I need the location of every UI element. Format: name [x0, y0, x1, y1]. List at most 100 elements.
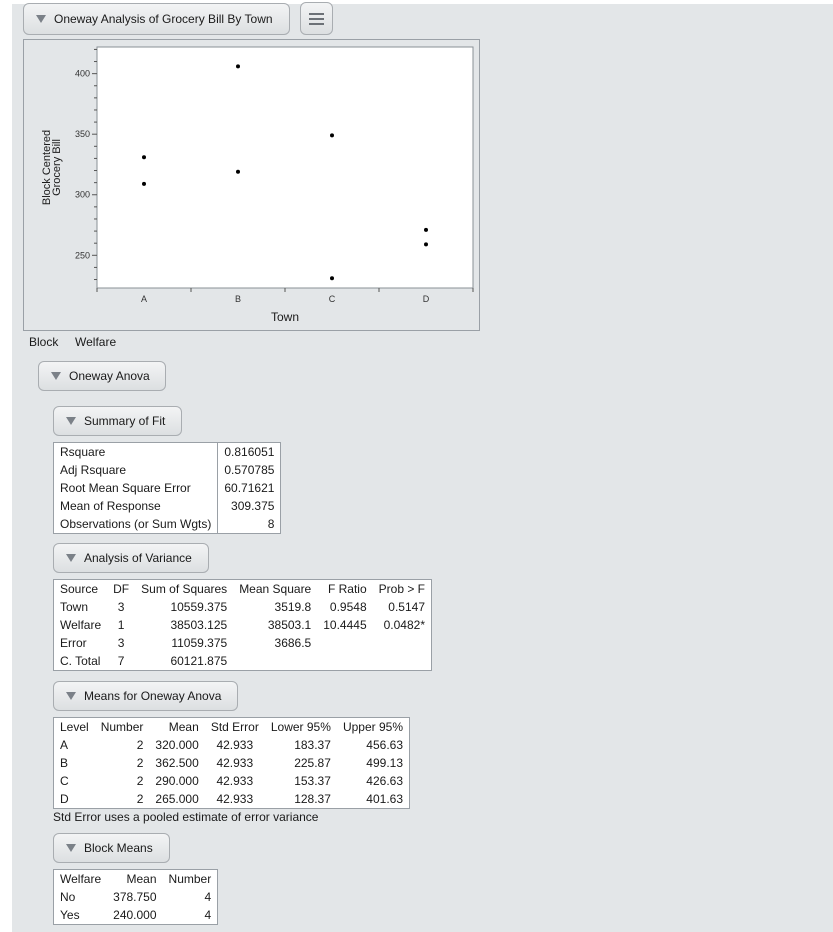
level-cell: D	[60, 792, 69, 806]
lower-95-cell: 225.87	[294, 756, 331, 770]
data-point	[424, 227, 428, 232]
source-cell: C. Total	[60, 654, 101, 668]
means-outline[interactable]: Means for Oneway Anova	[53, 681, 238, 711]
column-header: Upper 95%	[342, 720, 403, 734]
number-cell: 2	[136, 774, 144, 788]
disclosure-triangle-icon[interactable]	[66, 417, 76, 425]
means-title: Means for Oneway Anova	[84, 689, 222, 703]
prob-cell	[373, 634, 432, 652]
table-row: Error 3 11059.375 3686.5	[54, 634, 432, 652]
table-row: No 378.750 4	[54, 888, 218, 906]
table-row: C 2 290.000 42.933 153.37 426.63	[54, 772, 410, 790]
column-header: Mean	[168, 720, 199, 734]
disclosure-triangle-icon[interactable]	[66, 554, 76, 562]
data-point	[142, 155, 146, 160]
number-cell: 2	[136, 792, 144, 806]
disclosure-triangle-icon[interactable]	[66, 844, 76, 852]
fit-stat-value: 0.570785	[217, 461, 281, 479]
summary-of-fit-outline[interactable]: Summary of Fit	[53, 406, 182, 436]
column-header: DF	[113, 582, 130, 596]
y-tick-label: 250	[75, 250, 90, 260]
std-error-cell: 42.933	[216, 738, 254, 752]
welfare-cell: No	[60, 890, 76, 904]
means-table: Level Number Mean Std Error Lower 95% Upper 9…	[53, 717, 410, 809]
y-axis-title: Grocery Bill	[51, 139, 63, 196]
column-header: F Ratio	[327, 582, 367, 596]
table-row: Observations (or Sum Wgts) 8	[54, 515, 281, 534]
data-point	[330, 133, 334, 138]
block-means-outline[interactable]: Block Means	[53, 833, 170, 863]
ms-cell: 38503.1	[267, 618, 312, 632]
block-means-title: Block Means	[84, 841, 153, 855]
block-means-table: Welfare Mean Number No 378.750 4 Yes 240.000 4	[53, 869, 219, 925]
ms-cell: 3519.8	[274, 600, 312, 614]
y-tick-label: 400	[75, 69, 90, 79]
upper-95-cell: 426.63	[366, 774, 403, 788]
prob-cell: 0.0482*	[383, 618, 425, 632]
disclosure-triangle-icon[interactable]	[51, 372, 61, 380]
disclosure-triangle-icon[interactable]	[36, 15, 46, 23]
table-row: Root Mean Square Error 60.71621	[54, 479, 281, 497]
lower-95-cell: 128.37	[294, 792, 331, 806]
fit-stat-label: Root Mean Square Error	[60, 481, 191, 495]
source-cell: Error	[60, 636, 87, 650]
oneway-anova-outline[interactable]: Oneway Anova	[38, 361, 166, 391]
block-label: Block	[29, 335, 59, 349]
source-cell: Welfare	[60, 618, 102, 632]
f-ratio-cell: 10.4445	[323, 618, 367, 632]
fit-stat-label: Mean of Response	[60, 499, 161, 513]
x-tick-label: A	[141, 294, 147, 304]
analysis-of-variance-outline[interactable]: Analysis of Variance	[53, 543, 209, 573]
ss-cell: 60121.875	[170, 654, 228, 668]
fit-stat-label: Adj Rsquare	[60, 463, 127, 477]
f-ratio-cell	[317, 634, 372, 652]
block-number-cell: 4	[204, 890, 212, 904]
df-cell: 1	[117, 618, 125, 632]
summary-of-fit-table: Rsquare 0.816051 Adj Rsquare 0.570785 Root M…	[53, 442, 282, 534]
column-header: Mean	[126, 872, 157, 886]
table-row: Welfare 1 38503.125 38503.1 10.4445 0.0482*	[54, 616, 432, 634]
data-point	[236, 169, 240, 174]
table-row: Town 3 10559.375 3519.8 0.9548 0.5147	[54, 598, 432, 616]
table-row: Adj Rsquare 0.570785	[54, 461, 281, 479]
lower-95-cell: 153.37	[294, 774, 331, 788]
number-cell: 2	[136, 738, 144, 752]
fit-stat-label: Observations (or Sum Wgts)	[60, 517, 212, 531]
prob-cell	[373, 652, 432, 671]
column-header: Std Error	[210, 720, 259, 734]
block-value: Welfare	[75, 335, 117, 349]
block-mean-cell: 240.000	[113, 908, 157, 922]
ss-cell: 10559.375	[170, 600, 228, 614]
prob-cell: 0.5147	[388, 600, 425, 614]
oneway-anova-title: Oneway Anova	[69, 369, 150, 383]
mean-cell: 320.000	[155, 738, 199, 752]
x-tick-label: B	[235, 294, 241, 304]
column-header: Prob > F	[378, 582, 425, 596]
table-row: D 2 265.000 42.933 128.37 401.63	[54, 790, 410, 809]
table-row: A 2 320.000 42.933 183.37 456.63	[54, 736, 410, 754]
column-header: Mean Square	[239, 582, 312, 596]
table-row: Rsquare 0.816051	[54, 442, 281, 461]
number-cell: 2	[136, 756, 144, 770]
std-error-cell: 42.933	[216, 774, 254, 788]
f-ratio-cell	[317, 652, 372, 671]
table-row: C. Total 7 60121.875	[54, 652, 432, 671]
y-tick-label: 300	[75, 190, 90, 200]
column-header: Number	[100, 720, 144, 734]
level-cell: B	[60, 756, 69, 770]
column-header: Welfare	[60, 872, 102, 886]
ss-cell: 38503.125	[170, 618, 228, 632]
disclosure-triangle-icon[interactable]	[66, 692, 76, 700]
source-cell: Town	[60, 600, 89, 614]
oneway-plot: 250 300 350 400 A B C D Town Block Centered Grocer…	[23, 39, 480, 331]
summary-of-fit-title: Summary of Fit	[84, 414, 166, 428]
std-error-cell: 42.933	[216, 756, 254, 770]
means-note: Std Error uses a pooled estimate of erro…	[53, 810, 319, 824]
block-mean-cell: 378.750	[113, 890, 157, 904]
oneway-outline-header[interactable]: Oneway Analysis of Grocery Bill By Town	[23, 3, 290, 35]
red-triangle-menu-button[interactable]	[300, 2, 333, 35]
column-header: Sum of Squares	[141, 582, 228, 596]
scatter-plot: 250300350400A B C DTownBlock CenteredGrocer…	[41, 46, 474, 324]
y-tick-label: 350	[75, 129, 90, 139]
column-header: Source	[60, 582, 99, 596]
